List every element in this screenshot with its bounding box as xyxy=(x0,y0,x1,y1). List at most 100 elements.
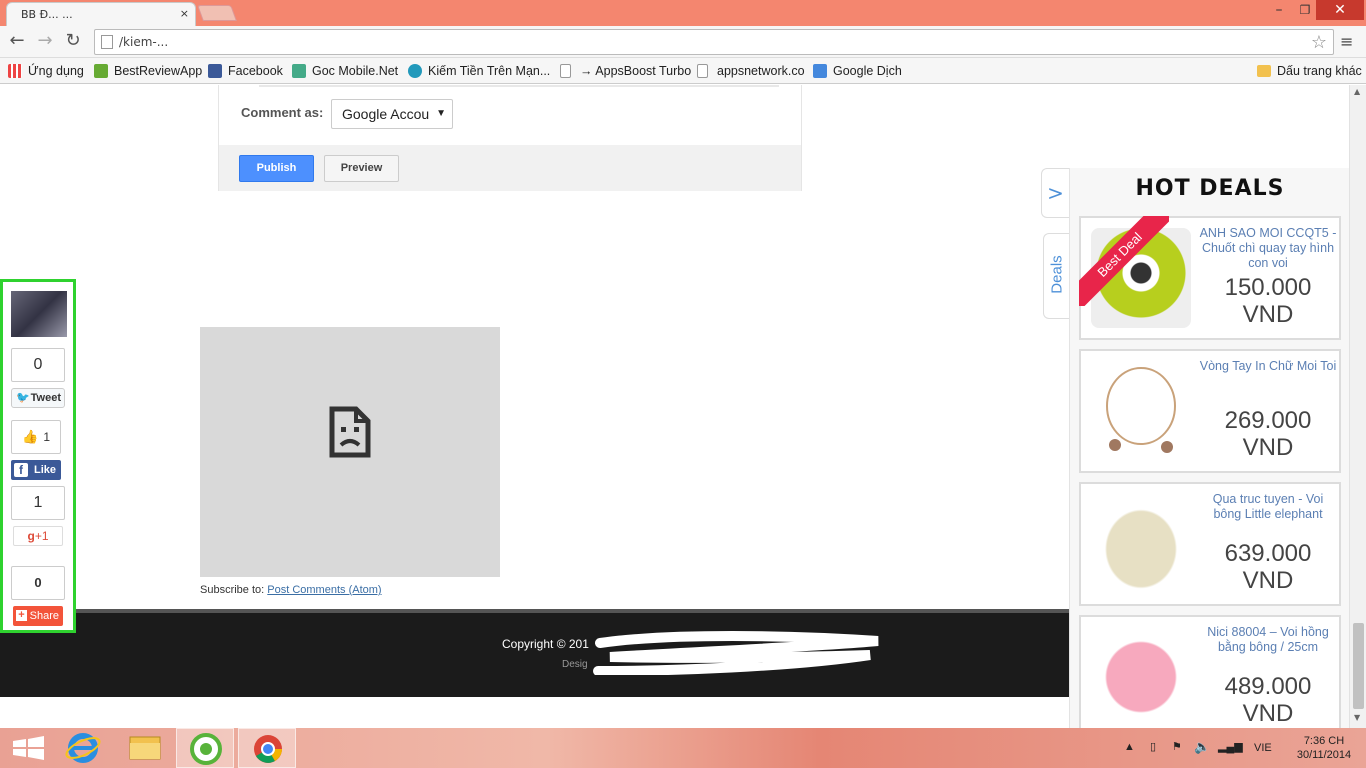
bookmark-star-icon[interactable]: ☆ xyxy=(1311,32,1327,53)
show-hidden-icons[interactable]: ▲ xyxy=(1124,741,1135,768)
share-label: Share xyxy=(29,610,59,622)
bookmark-appsboost[interactable]: → AppsBoost Turbo xyxy=(560,62,691,80)
folder-icon xyxy=(1257,65,1271,77)
deal-price: 489.000 VND xyxy=(1224,673,1312,727)
deal-card[interactable]: Qua truc tuyen - Voi bông Little elephan… xyxy=(1079,482,1341,606)
windows-taskbar: ▲ ▯ ⚑ 🔈 ▂▄▆ VIE 7:36 CH 30/11/2014 xyxy=(0,728,1366,768)
comment-form: Comment as: Google Accou ▼ Publish Previ… xyxy=(218,85,802,191)
page-icon xyxy=(101,35,113,49)
input-language[interactable]: VIE xyxy=(1254,742,1272,768)
facebook-icon xyxy=(208,64,222,78)
bookmark-bestreviewapp[interactable]: BestReviewApp xyxy=(94,62,202,80)
scroll-up-icon[interactable]: ▲ xyxy=(1354,87,1360,96)
bookmark-label: Facebook xyxy=(228,64,283,78)
tab-title: BB Đ... ... xyxy=(21,8,73,20)
bookmark-label: → AppsBoost Turbo xyxy=(580,64,692,78)
start-button[interactable] xyxy=(0,728,58,768)
bookmark-label: Dấu trang khác xyxy=(1277,64,1362,78)
best-deal-label: Best Deal xyxy=(1079,216,1169,306)
address-bar[interactable]: /kiem-... ☆ xyxy=(94,29,1334,55)
deal-price: 639.000 VND xyxy=(1224,540,1312,594)
scroll-thumb[interactable] xyxy=(1353,623,1364,709)
bookmark-kiemtien[interactable]: Kiếm Tiền Trên Mạn... xyxy=(408,62,550,80)
translate-icon xyxy=(813,64,827,78)
share-count: 0 xyxy=(11,566,65,600)
page-scrollbar[interactable]: ▲ ▼ xyxy=(1349,85,1366,728)
bookmark-google-dich[interactable]: Google Dịch xyxy=(813,62,902,80)
maximize-button[interactable]: ❐ xyxy=(1294,0,1316,20)
browser-tab[interactable]: BB Đ... ... × xyxy=(6,2,196,26)
deal-card[interactable]: Vòng Tay In Chữ Moi Toi 269.000 VND xyxy=(1079,349,1341,473)
comment-account-select[interactable]: Google Accou ▼ xyxy=(331,99,453,129)
tab-close-icon[interactable]: × xyxy=(180,7,189,20)
bookmark-other-folder[interactable]: Dấu trang khác xyxy=(1257,62,1362,80)
network-icon[interactable]: ▂▄▆ xyxy=(1218,740,1243,768)
gplus-button[interactable]: g+1 xyxy=(13,526,63,546)
clock-date: 30/11/2014 xyxy=(1296,749,1352,761)
bookmark-gocmobile[interactable]: Goc Mobile.Net xyxy=(292,62,398,80)
subscribe-label: Subscribe to: xyxy=(200,584,265,596)
browser-toolbar: ← → ↻ /kiem-... ☆ ≡ xyxy=(0,26,1366,58)
deal-name[interactable]: Qua truc tuyen - Voi bông Little elephan… xyxy=(1199,492,1337,522)
scroll-down-icon[interactable]: ▼ xyxy=(1354,713,1360,722)
copyright-text: Copyright © 201 xyxy=(502,637,589,651)
deal-product-image xyxy=(1091,361,1191,461)
apps-grid-icon xyxy=(8,64,22,78)
comment-as-label: Comment as: xyxy=(241,105,324,120)
file-explorer-taskbar-button[interactable] xyxy=(116,728,174,768)
volume-icon[interactable]: 🔈 xyxy=(1194,739,1210,768)
deals-tab[interactable]: Deals xyxy=(1043,233,1069,319)
facebook-like-label: Like xyxy=(33,464,56,476)
tweet-button[interactable]: 🐦 Tweet xyxy=(11,388,65,408)
hot-deals-panel: HOT DEALS Best Deal ANH SAO MOI CCQT5 - … xyxy=(1069,168,1349,728)
preview-button[interactable]: Preview xyxy=(324,155,399,182)
broken-image-placeholder xyxy=(200,327,500,577)
bookmark-appsnetwork[interactable]: appsnetwork.co xyxy=(697,62,805,80)
close-window-button[interactable]: ✕ xyxy=(1316,0,1364,20)
redaction-scribble xyxy=(593,631,879,675)
deals-collapse-button[interactable]: > xyxy=(1041,168,1069,218)
chrome-icon xyxy=(254,735,282,763)
reload-button[interactable]: ↻ xyxy=(62,30,84,52)
deal-card[interactable]: Nici 88004 – Voi hồng bằng bông / 25cm 4… xyxy=(1079,615,1341,728)
web-page: Comment as: Google Accou ▼ Publish Previ… xyxy=(0,85,1366,728)
deal-name[interactable]: Nici 88004 – Voi hồng bằng bông / 25cm xyxy=(1199,625,1337,655)
deal-name[interactable]: ANH SAO MOI CCQT5 - Chuốt chì quay tay h… xyxy=(1199,226,1337,271)
coccoc-taskbar-button[interactable] xyxy=(176,728,234,768)
deal-name[interactable]: Vòng Tay In Chữ Moi Toi xyxy=(1199,359,1337,374)
facebook-like-button[interactable]: f Like xyxy=(11,460,61,480)
internet-explorer-taskbar-button[interactable] xyxy=(54,728,112,768)
url-text: /kiem-... xyxy=(119,35,169,49)
back-button[interactable]: ← xyxy=(6,30,28,52)
new-tab-button[interactable] xyxy=(197,5,237,21)
hot-deals-title: HOT DEALS xyxy=(1135,176,1285,201)
forward-button[interactable]: → xyxy=(34,30,56,52)
folder-icon xyxy=(129,736,161,760)
deals-tab-label: Deals xyxy=(1048,255,1066,294)
redaction-mask xyxy=(205,34,545,52)
comment-actions: Publish Preview xyxy=(219,145,801,191)
minimize-button[interactable]: – xyxy=(1268,0,1290,20)
flag-icon[interactable]: ⚑ xyxy=(1172,740,1182,768)
facebook-count-value: 1 xyxy=(43,430,50,444)
bookmarks-bar: Ứng dụng BestReviewApp Facebook Goc Mobi… xyxy=(0,58,1366,84)
twitter-bird-icon: 🐦 xyxy=(16,392,30,404)
cube-icon xyxy=(94,64,108,78)
bookmark-apps[interactable]: Ứng dụng xyxy=(8,62,84,80)
post-comments-atom-link[interactable]: Post Comments (Atom) xyxy=(267,584,381,596)
broken-image-icon xyxy=(329,406,371,458)
page-icon xyxy=(560,64,571,78)
bookmark-facebook[interactable]: Facebook xyxy=(208,62,283,80)
avatar[interactable] xyxy=(11,291,67,337)
chrome-taskbar-button[interactable] xyxy=(238,728,296,768)
comment-account-value: Google Accou xyxy=(342,106,430,122)
publish-button[interactable]: Publish xyxy=(239,155,314,182)
internet-explorer-icon xyxy=(65,733,101,763)
share-button[interactable]: + Share xyxy=(13,606,63,626)
deal-card[interactable]: Best Deal ANH SAO MOI CCQT5 - Chuốt chì … xyxy=(1079,216,1341,340)
browser-titlebar: BB Đ... ... × – ❐ ✕ xyxy=(0,0,1366,26)
chrome-menu-icon[interactable]: ≡ xyxy=(1340,32,1353,51)
taskbar-clock[interactable]: 7:36 CH 30/11/2014 xyxy=(1294,734,1354,762)
bookmark-label: appsnetwork.co xyxy=(717,64,805,78)
battery-icon[interactable]: ▯ xyxy=(1150,740,1156,768)
